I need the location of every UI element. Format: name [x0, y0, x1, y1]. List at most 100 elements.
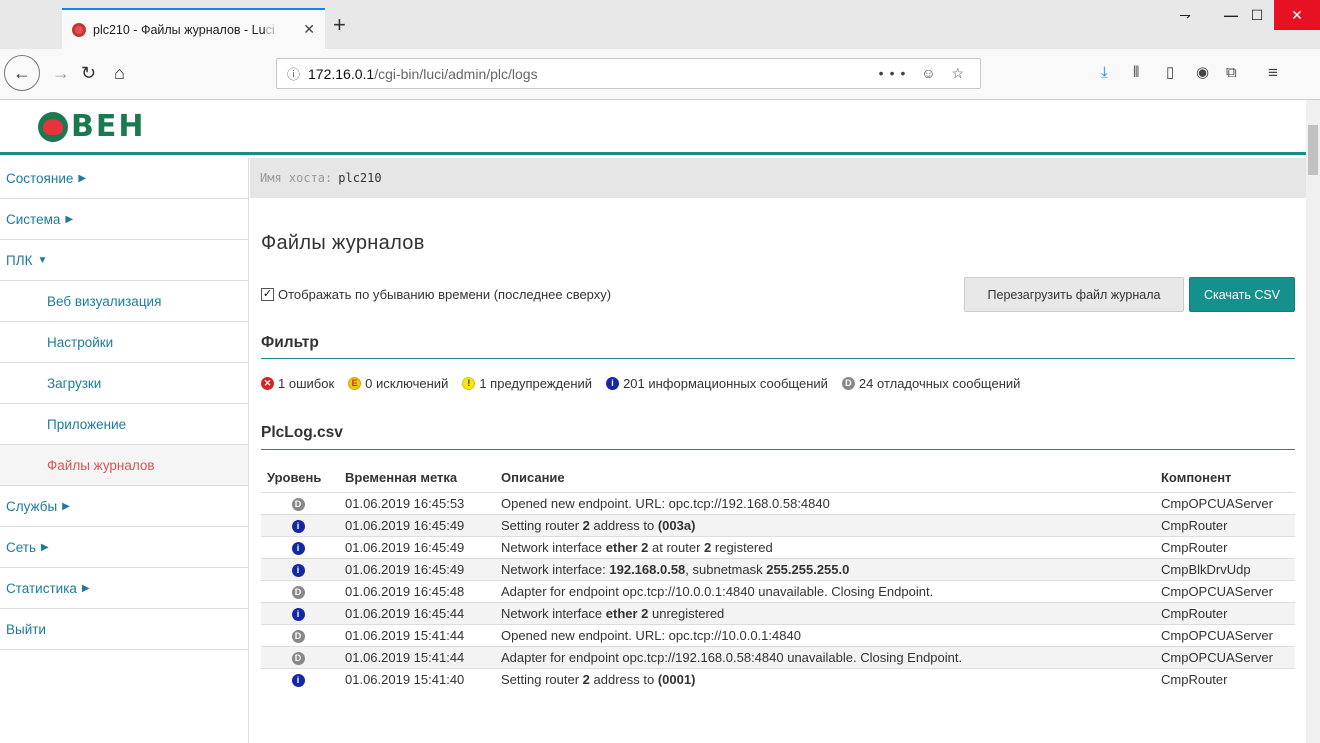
- sort-desc-label: Отображать по убыванию времени (последне…: [278, 287, 612, 302]
- table-header-row: Уровень Временная метка Описание Компоне…: [261, 464, 1295, 492]
- filter-debug[interactable]: D 24 отладочных сообщений: [841, 376, 1020, 391]
- screenshot-icon[interactable]: ⧉: [1226, 65, 1237, 81]
- page-title: Файлы журналов: [261, 232, 425, 254]
- site-info-icon[interactable]: ⓘ: [287, 64, 300, 83]
- scrollbar-thumb[interactable]: [1308, 125, 1318, 175]
- sort-desc-option[interactable]: ✓ Отображать по убыванию времени (послед…: [261, 287, 611, 302]
- row-component: CmpRouter: [1155, 667, 1295, 690]
- log-divider: [261, 449, 1295, 450]
- row-timestamp: 01.06.2019 16:45:44: [339, 601, 495, 624]
- col-timestamp[interactable]: Временная метка: [339, 464, 495, 492]
- filter-bar: ✕ 1 ошибок E0 исключений ! 1 предупреждени…: [261, 376, 1034, 391]
- page-actions-icon[interactable]: ••• ☺ ☆: [879, 65, 970, 82]
- row-description: Setting router 2 address to (003a): [495, 513, 1155, 536]
- triangle-right-icon: ▶: [41, 541, 49, 553]
- log-file-title: PlcLog.csv: [261, 424, 343, 441]
- close-window-button[interactable]: ✕: [1274, 0, 1320, 30]
- info-icon: i: [291, 564, 305, 577]
- browser-tab[interactable]: plc210 - Файлы журналов - Luci ✕: [62, 8, 325, 49]
- downloads-icon[interactable]: ⤓: [1101, 65, 1108, 81]
- filter-exceptions[interactable]: E0 исключений: [348, 376, 448, 391]
- reload-log-button[interactable]: Перезагрузить файл журнала: [964, 277, 1184, 312]
- row-description: Network interface ether 2 at router 2 re…: [495, 535, 1155, 558]
- filter-info[interactable]: i 201 информационных сообщений: [606, 376, 828, 391]
- page-header: ВЕН: [0, 100, 1306, 155]
- sidebar-item-application[interactable]: Приложение: [0, 404, 248, 445]
- sidebar-icon[interactable]: ▯: [1166, 65, 1174, 81]
- exception-icon: E: [348, 377, 362, 390]
- sidebar-item-system[interactable]: Система ▶: [0, 199, 248, 240]
- sidebar-item-network[interactable]: Сеть ▶: [0, 527, 248, 568]
- row-component: CmpRouter: [1155, 513, 1295, 536]
- table-row: D 01.06.2019 16:45:48 Adapter for endpoi…: [261, 579, 1295, 602]
- reload-icon[interactable]: ↻: [81, 63, 96, 83]
- debug-icon: D: [291, 498, 305, 511]
- table-row: D 01.06.2019 15:41:44 Adapter for endpoi…: [261, 645, 1295, 668]
- logo-text: ВЕН: [71, 109, 146, 144]
- sidebar-item-logout[interactable]: Выйти: [0, 609, 248, 650]
- address-bar[interactable]: ⓘ 172.16.0.1/cgi-bin/luci/admin/plc/logs…: [276, 58, 981, 89]
- sort-desc-checkbox[interactable]: ✓: [261, 288, 274, 301]
- forward-arrow-icon[interactable]: →: [52, 63, 70, 83]
- col-description[interactable]: Описание: [495, 464, 1155, 492]
- sidebar-item-statistics[interactable]: Статистика ▶: [0, 568, 248, 609]
- info-icon: i: [291, 520, 305, 533]
- row-component: CmpRouter: [1155, 601, 1295, 624]
- web-page: ВЕН Состояние ▶ Система ▶ ПЛК ▼ Веб визуали…: [0, 100, 1306, 743]
- row-description: Network interface: 192.168.0.58, subnetm…: [495, 557, 1155, 580]
- row-timestamp: 01.06.2019 16:45:49: [339, 513, 495, 536]
- back-arrow-icon[interactable]: ←: [4, 55, 40, 91]
- row-component: CmpOPCUAServer: [1155, 623, 1295, 646]
- debug-icon: D: [841, 377, 855, 390]
- sidebar-item-log-files[interactable]: Файлы журналов: [0, 445, 248, 486]
- log-table: Уровень Временная метка Описание Компоне…: [261, 464, 1295, 690]
- menu-icon[interactable]: ≡: [1268, 64, 1278, 81]
- browser-nav-bar: ← → ↻ ⌂ ⓘ 172.16.0.1/cgi-bin/luci/admin/…: [0, 49, 1320, 100]
- sidebar-item-status[interactable]: Состояние ▶: [0, 158, 248, 199]
- row-component: CmpOPCUAServer: [1155, 579, 1295, 602]
- row-description: Setting router 2 address to (0001): [495, 667, 1155, 690]
- debug-icon: D: [291, 652, 305, 665]
- heart-logo-icon: [38, 112, 68, 142]
- sidebar-item-plc[interactable]: ПЛК ▼: [0, 240, 248, 281]
- new-tab-button[interactable]: +: [333, 14, 346, 36]
- row-timestamp: 01.06.2019 16:45:48: [339, 579, 495, 602]
- row-component: CmpRouter: [1155, 535, 1295, 558]
- triangle-down-icon: ▼: [37, 254, 48, 266]
- main-content: Файлы журналов ✓ Отображать по убыванию …: [250, 198, 1306, 743]
- debug-icon: D: [291, 586, 305, 599]
- col-component[interactable]: Компонент: [1155, 464, 1295, 492]
- filter-errors[interactable]: ✕ 1 ошибок: [261, 376, 334, 391]
- restore-tabs-icon[interactable]: ⇁: [1162, 0, 1208, 30]
- info-icon: i: [291, 674, 305, 688]
- browser-title-bar: plc210 - Файлы журналов - Luci ✕ + ⇁ — ☐…: [0, 0, 1320, 49]
- row-description: Opened new endpoint. URL: opc.tcp://10.0…: [495, 623, 1155, 646]
- close-tab-icon[interactable]: ✕: [303, 21, 315, 38]
- sidebar-item-services[interactable]: Службы ▶: [0, 486, 248, 527]
- owen-favicon-icon: [72, 22, 86, 37]
- download-csv-button[interactable]: Скачать CSV: [1189, 277, 1295, 312]
- sidebar-item-uploads[interactable]: Загрузки: [0, 363, 248, 404]
- row-component: CmpOPCUAServer: [1155, 491, 1295, 514]
- tab-title: plc210 - Файлы журналов - Luci: [93, 22, 275, 37]
- hostname-value: plc210: [338, 171, 382, 185]
- account-icon[interactable]: ◉: [1196, 65, 1209, 81]
- error-icon: ✕: [261, 377, 274, 390]
- owen-logo[interactable]: ВЕН: [38, 112, 145, 142]
- triangle-right-icon: ▶: [78, 172, 87, 184]
- row-description: Network interface ether 2 unregistered: [495, 601, 1155, 624]
- filter-title: Фильтр: [261, 334, 319, 351]
- row-timestamp: 01.06.2019 15:41:44: [339, 623, 495, 646]
- filter-divider: [261, 358, 1295, 359]
- hostname-label: Имя хоста:: [260, 171, 333, 185]
- sidebar-item-web-visualization[interactable]: Веб визуализация: [0, 281, 248, 322]
- home-icon[interactable]: ⌂: [114, 63, 125, 83]
- col-level[interactable]: Уровень: [261, 464, 339, 492]
- table-row: D 01.06.2019 16:45:53 Opened new endpoin…: [261, 491, 1295, 514]
- info-icon: i: [606, 377, 620, 390]
- filter-warnings[interactable]: ! 1 предупреждений: [462, 376, 592, 391]
- sidebar-item-settings[interactable]: Настройки: [0, 322, 248, 363]
- row-timestamp: 01.06.2019 16:45:49: [339, 557, 495, 580]
- library-icon[interactable]: ⫴: [1133, 65, 1139, 81]
- page-scrollbar[interactable]: [1306, 100, 1320, 743]
